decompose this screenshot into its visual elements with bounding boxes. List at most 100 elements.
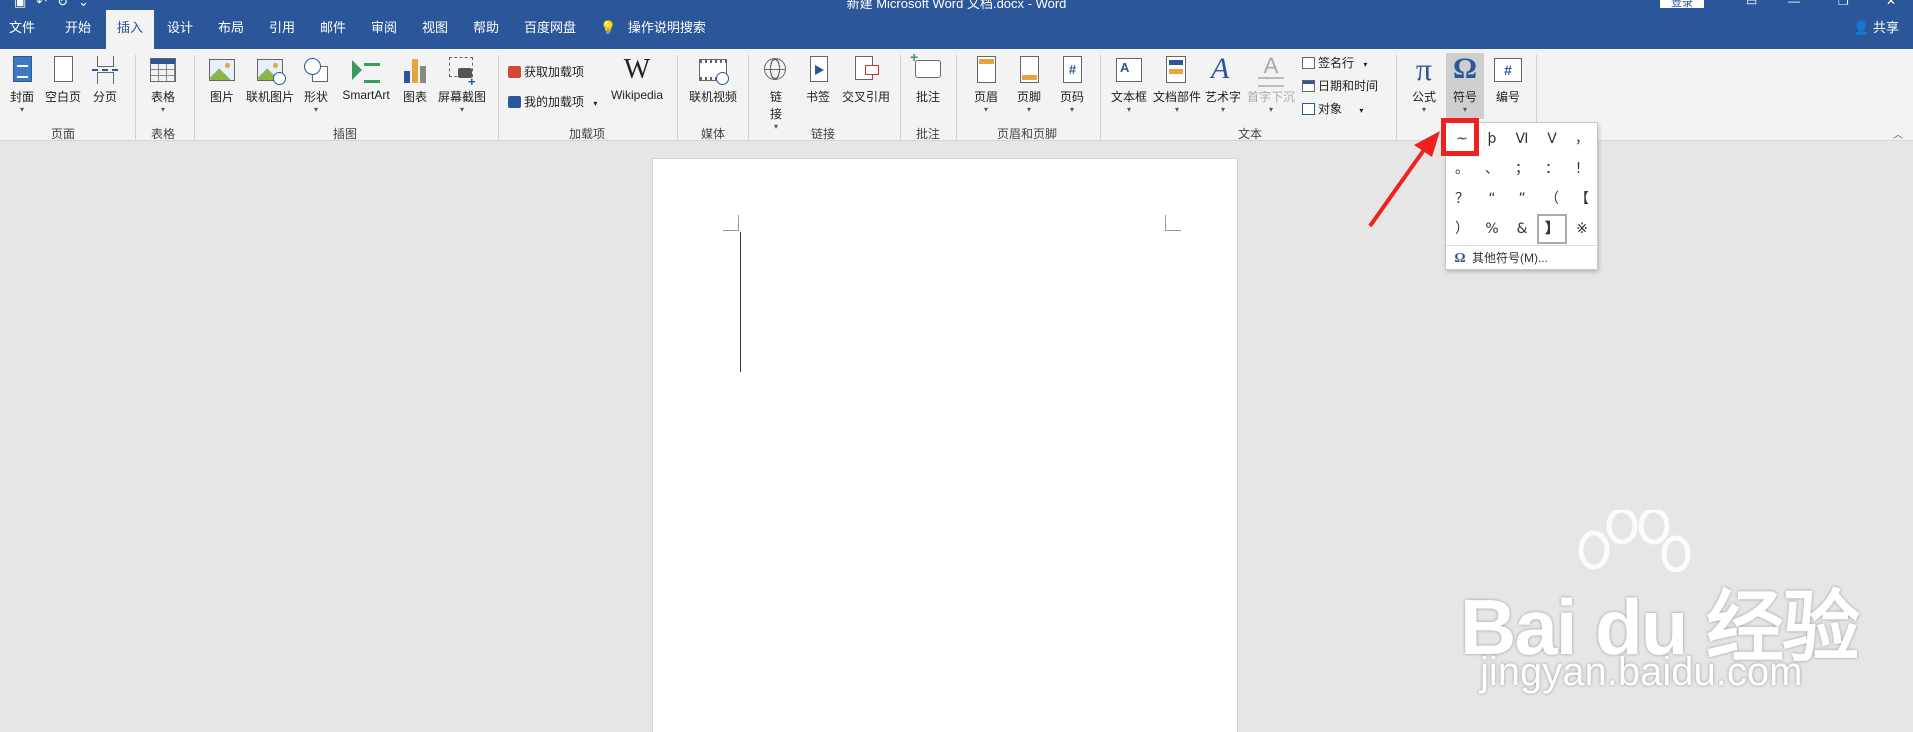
symbol-cell[interactable]: ）	[1447, 214, 1477, 244]
drop-cap-button[interactable]: A 首字下沉 ▾	[1246, 55, 1296, 115]
symbol-cell[interactable]: 、	[1477, 154, 1507, 184]
footer-button[interactable]: 页脚 ▾	[1011, 55, 1047, 115]
date-time-button[interactable]: 日期和时间	[1302, 77, 1378, 94]
bookmark-button[interactable]: 书签	[800, 55, 836, 105]
online-picture-button[interactable]: 联机图片	[244, 55, 296, 105]
numbering-button[interactable]: 编号	[1490, 55, 1526, 105]
more-symbols-label: 其他符号(M)...	[1472, 251, 1548, 265]
smartart-button[interactable]: SmartArt	[338, 55, 394, 102]
tab-mailings[interactable]: 邮件	[311, 10, 355, 49]
header-button[interactable]: 页眉 ▾	[968, 55, 1004, 115]
symbol-cell[interactable]: þ	[1477, 124, 1507, 154]
login-button[interactable]: 登录	[1660, 0, 1704, 9]
screenshot-button[interactable]: + 屏幕截图 ▾	[436, 55, 488, 115]
symbol-cell[interactable]: Ⅴ	[1537, 124, 1567, 154]
chevron-down-icon: ▾	[1126, 105, 1131, 114]
chart-button[interactable]: 图表	[398, 55, 432, 105]
tell-me-search[interactable]: 💡 操作说明搜索	[600, 10, 706, 49]
tab-file[interactable]: 文件	[0, 10, 44, 49]
restore-icon[interactable]: ❐	[1838, 0, 1849, 8]
numbering-icon	[1493, 55, 1523, 85]
share-button[interactable]: 👤 共享	[1853, 10, 1899, 49]
document-page[interactable]	[652, 158, 1238, 732]
wikipedia-button[interactable]: W Wikipedia	[606, 54, 668, 103]
cross-reference-button[interactable]: 交叉引用	[840, 55, 892, 105]
symbol-cell[interactable]: ：	[1537, 154, 1567, 184]
equation-button[interactable]: π 公式 ▾	[1406, 51, 1442, 115]
wordart-button[interactable]: A 艺术字 ▾	[1204, 53, 1242, 115]
tab-view[interactable]: 视图	[413, 10, 457, 49]
tab-help[interactable]: 帮助	[464, 10, 508, 49]
shapes-label: 形状	[303, 90, 328, 104]
group-media-label: 媒体	[700, 127, 725, 141]
picture-button[interactable]: 图片	[204, 55, 240, 105]
comment-button[interactable]: 批注	[910, 49, 946, 105]
symbol-cell[interactable]: “	[1477, 184, 1507, 214]
symbol-cell[interactable]: %	[1477, 214, 1507, 244]
signature-line-label: 签名行	[1318, 56, 1355, 70]
symbol-cell[interactable]: （	[1537, 184, 1567, 214]
object-button[interactable]: 对象 ▾	[1302, 100, 1363, 117]
symbol-cell[interactable]: 。	[1447, 154, 1477, 184]
tab-baidu-netdisk[interactable]: 百度网盘	[515, 10, 585, 49]
group-tables-label: 表格	[150, 127, 175, 141]
quick-parts-icon	[1162, 55, 1192, 85]
drop-cap-label: 首字下沉	[1246, 90, 1295, 104]
symbol-cell[interactable]: ！	[1567, 154, 1597, 184]
chevron-down-icon: ▾	[160, 105, 165, 114]
tab-layout[interactable]: 布局	[209, 10, 253, 49]
close-icon[interactable]: ✕	[1886, 0, 1896, 8]
wordart-label: 艺术字	[1204, 90, 1241, 104]
page-break-button[interactable]: 分页	[88, 55, 122, 105]
signature-line-button[interactable]: 签名行 ▾	[1302, 54, 1367, 71]
get-addins-button[interactable]: 获取加载项	[508, 63, 584, 80]
wikipedia-icon: W	[623, 54, 651, 85]
ribbon-display-options-icon[interactable]: ▭	[1746, 0, 1757, 8]
collapse-ribbon-icon[interactable]: ︿	[1893, 126, 1903, 141]
window-title: 新建 Microsoft Word 文档.docx - Word	[846, 0, 1067, 10]
cover-page-button[interactable]: 封面 ▾	[4, 55, 40, 115]
picture-icon	[207, 55, 237, 85]
online-video-label: 联机视频	[688, 90, 737, 104]
online-picture-icon	[255, 55, 286, 85]
page-number-label: 页码	[1059, 90, 1084, 104]
link-button[interactable]: 链 接 ▾	[759, 55, 793, 132]
minimize-icon[interactable]: —	[1788, 0, 1800, 8]
symbol-cell[interactable]: ※	[1567, 214, 1597, 244]
tab-home[interactable]: 开始	[55, 10, 101, 49]
tab-references[interactable]: 引用	[260, 10, 304, 49]
quick-parts-button[interactable]: 文档部件 ▾	[1152, 55, 1202, 115]
tab-insert[interactable]: 插入	[106, 10, 154, 49]
page-number-button[interactable]: # 页码 ▾	[1054, 55, 1090, 115]
chevron-down-icon: ▾	[1421, 105, 1426, 114]
tab-design[interactable]: 设计	[158, 10, 202, 49]
chevron-down-icon: ▾	[1359, 106, 1364, 115]
symbol-cell[interactable]: ”	[1507, 184, 1537, 214]
bookmark-label: 书签	[805, 90, 830, 104]
symbol-cell-selected[interactable]: 】	[1537, 214, 1567, 244]
cross-reference-icon	[851, 55, 881, 85]
symbol-cell[interactable]: Ⅵ	[1507, 124, 1537, 154]
symbol-cell[interactable]: ？	[1447, 184, 1477, 214]
chevron-down-icon: ▾	[459, 105, 464, 114]
symbol-cell[interactable]: 【	[1567, 184, 1597, 214]
tell-me-label: 操作说明搜索	[627, 20, 706, 35]
omega-icon: Ω	[1452, 52, 1478, 85]
symbol-cell[interactable]: &	[1507, 214, 1537, 244]
blank-page-button[interactable]: 空白页	[42, 55, 84, 105]
chevron-down-icon: ▾	[1268, 105, 1273, 114]
object-icon	[1302, 103, 1315, 115]
text-box-button[interactable]: 文本框 ▾	[1110, 55, 1148, 115]
table-button[interactable]: 表格 ▾	[145, 55, 181, 115]
tab-review[interactable]: 审阅	[362, 10, 406, 49]
my-addins-button[interactable]: 我的加载项 ▾	[508, 93, 597, 110]
online-video-button[interactable]: 联机视频	[687, 55, 739, 105]
text-box-icon	[1114, 55, 1144, 85]
symbol-cell[interactable]: ；	[1507, 154, 1537, 184]
symbol-cell[interactable]: ，	[1567, 124, 1597, 154]
smartart-label: SmartArt	[342, 88, 390, 102]
chevron-down-icon: ▾	[1174, 105, 1179, 114]
shapes-button[interactable]: 形状 ▾	[298, 55, 334, 115]
symbol-button[interactable]: Ω 符号 ▾	[1446, 52, 1484, 119]
more-symbols-button[interactable]: Ω 其他符号(M)...	[1446, 245, 1597, 269]
